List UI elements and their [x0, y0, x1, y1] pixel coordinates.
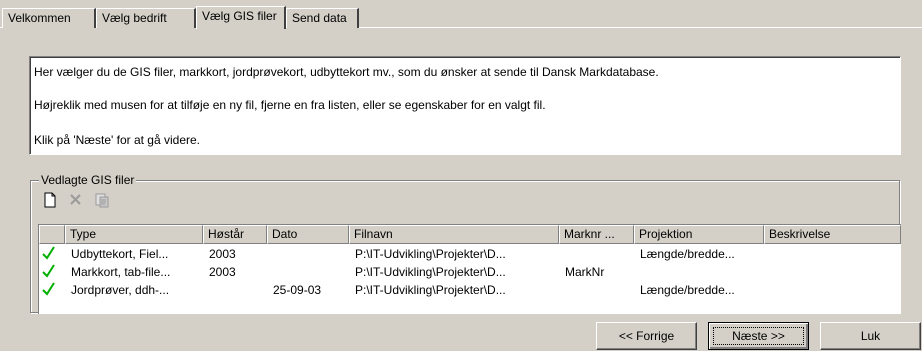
cell-marknr: [559, 245, 634, 263]
info-text-box: Her vælger du de GIS filer, markkort, jo…: [29, 56, 901, 155]
cell-description: [764, 245, 901, 263]
table-row[interactable]: Udbyttekort, Fiel... 2003 P:\IT-Udviklin…: [39, 245, 901, 263]
tab-vaelg-bedrift[interactable]: Vælg bedrift: [96, 8, 196, 28]
cell-type: Udbyttekort, Fiel...: [71, 247, 169, 261]
back-button[interactable]: << Forrige: [596, 322, 697, 350]
check-icon: [41, 245, 57, 263]
group-title: Vedlagte GIS filer: [39, 173, 137, 187]
cell-date: [267, 245, 349, 263]
cell-marknr: [559, 281, 634, 299]
tab-vaelg-gis-filer[interactable]: Vælg GIS filer: [196, 6, 286, 29]
tab-strip: Velkommen Vælg bedrift Vælg GIS filer Se…: [0, 6, 922, 29]
table-row[interactable]: Jordprøver, ddh-... 25-09-03 P:\IT-Udvik…: [39, 281, 901, 299]
check-icon: [41, 281, 57, 299]
check-icon: [41, 263, 57, 281]
column-header-date[interactable]: Dato: [267, 225, 349, 244]
column-header-projection[interactable]: Projektion: [634, 225, 764, 244]
tab-send-data[interactable]: Send data: [286, 8, 359, 28]
next-button[interactable]: Næste >>: [708, 322, 809, 350]
tab-velkommen[interactable]: Velkommen: [2, 8, 96, 28]
column-header-description[interactable]: Beskrivelse: [764, 225, 901, 244]
cell-year: 2003: [209, 265, 236, 279]
new-file-icon[interactable]: [41, 191, 59, 209]
cell-type: Markkort, tab-file...: [71, 265, 171, 279]
cell-type: Jordprøver, ddh-...: [71, 283, 170, 297]
cell-year: 2003: [209, 247, 236, 261]
column-header-filename[interactable]: Filnavn: [349, 225, 559, 244]
info-line-2: Højreklik med musen for at tilføje en ny…: [34, 98, 546, 112]
next-button-label: Næste >>: [732, 329, 785, 343]
cell-description: [764, 263, 901, 281]
cell-date: [267, 263, 349, 281]
column-header-marknr[interactable]: Marknr ...: [559, 225, 634, 244]
close-button-label: Luk: [860, 329, 881, 343]
cell-filename: P:\IT-Udvikling\Projekter\D...: [355, 265, 506, 279]
gis-files-table[interactable]: Type Høstår Dato Filnavn Marknr ... Proj…: [38, 224, 901, 314]
cell-filename: P:\IT-Udvikling\Projekter\D...: [355, 247, 506, 261]
info-line-1: Her vælger du de GIS filer, markkort, jo…: [34, 65, 659, 79]
column-header-check[interactable]: [39, 225, 65, 244]
info-line-3: Klik på 'Næste' for at gå videre.: [34, 133, 200, 147]
cell-projection: Længde/bredde...: [640, 247, 735, 261]
cell-description: [764, 281, 901, 299]
back-button-label: << Forrige: [618, 329, 675, 343]
cell-marknr: MarkNr: [565, 265, 605, 279]
column-header-type[interactable]: Type: [65, 225, 203, 244]
column-header-year[interactable]: Høstår: [203, 225, 267, 244]
cell-date: 25-09-03: [273, 283, 322, 297]
cell-year: [203, 281, 267, 299]
cell-projection: [634, 263, 764, 281]
cell-filename: P:\IT-Udvikling\Projekter\D...: [355, 283, 506, 297]
close-button[interactable]: Luk: [820, 322, 921, 350]
properties-icon[interactable]: [93, 191, 111, 209]
cell-projection: Længde/bredde...: [640, 283, 735, 297]
table-row[interactable]: Markkort, tab-file... 2003 P:\IT-Udvikli…: [39, 263, 901, 281]
delete-icon[interactable]: [67, 191, 85, 209]
